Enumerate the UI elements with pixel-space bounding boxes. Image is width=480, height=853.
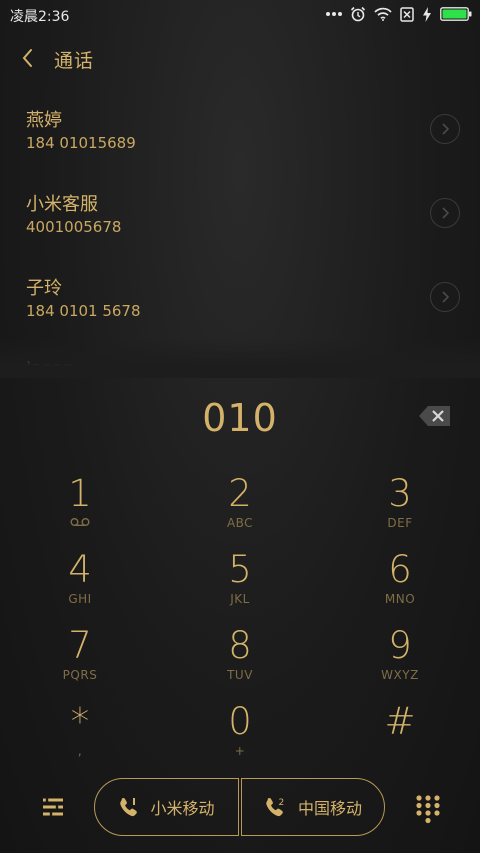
key-2[interactable]: 2 ABC bbox=[160, 468, 320, 544]
dial-input[interactable]: 010 bbox=[0, 396, 480, 440]
contact-list[interactable]: 燕婷 184 01015689 小米客服 4001005678 子玲 184 0… bbox=[0, 88, 480, 378]
backspace-button[interactable] bbox=[418, 404, 452, 428]
contact-number: 4001005678 bbox=[26, 218, 122, 236]
voicemail-icon bbox=[0, 516, 160, 530]
alarm-icon bbox=[350, 6, 366, 22]
page-title: 通话 bbox=[54, 50, 95, 72]
key-letters: , bbox=[77, 744, 83, 758]
key-letters: ABC bbox=[226, 516, 254, 530]
key-7[interactable]: 7 PQRS bbox=[0, 620, 160, 696]
key-digit: 4 bbox=[68, 548, 92, 591]
sim2-index: 2 bbox=[278, 798, 284, 808]
key-letters: PQRS bbox=[62, 668, 98, 682]
key-digit: 6 bbox=[388, 548, 412, 591]
charging-icon bbox=[423, 6, 431, 22]
key-digit: 2 bbox=[228, 472, 252, 515]
key-hash[interactable]: # bbox=[320, 696, 480, 772]
chevron-right-icon bbox=[442, 123, 450, 135]
key-star[interactable]: * , bbox=[0, 696, 160, 772]
key-digit: 8 bbox=[228, 624, 252, 667]
dialpad-icon bbox=[416, 795, 440, 824]
key-letters: TUV bbox=[227, 668, 253, 682]
key-digit: 1 bbox=[68, 472, 92, 515]
phone-sim2-icon: 2 bbox=[266, 798, 284, 817]
sim2-label: 中国移动 bbox=[297, 799, 362, 818]
keypad: 1 2 ABC 3 DEF 4 GHI 5 JKL 6 MNO 7 PQRS 8… bbox=[0, 468, 480, 768]
contact-row[interactable]: Jason bbox=[0, 340, 480, 378]
menu-button[interactable] bbox=[38, 792, 68, 822]
key-digit: 7 bbox=[68, 624, 92, 667]
contact-number: 184 0101 5678 bbox=[26, 302, 141, 320]
contact-name: 燕婷 bbox=[26, 110, 62, 131]
key-1[interactable]: 1 bbox=[0, 468, 160, 544]
menu-icon bbox=[43, 797, 63, 817]
key-letters: + bbox=[234, 744, 246, 758]
key-9[interactable]: 9 WXYZ bbox=[320, 620, 480, 696]
key-digit: 9 bbox=[388, 624, 412, 667]
call-sim2-button[interactable]: 2 中国移动 bbox=[241, 778, 385, 836]
contact-row[interactable]: 燕婷 184 01015689 bbox=[0, 88, 480, 172]
key-letters: DEF bbox=[387, 516, 413, 530]
key-digit: 0 bbox=[228, 700, 252, 743]
no-sim-icon bbox=[400, 6, 414, 22]
key-letters: JKL bbox=[230, 592, 250, 606]
key-letters: MNO bbox=[384, 592, 416, 606]
contact-row[interactable]: 小米客服 4001005678 bbox=[0, 172, 480, 256]
key-letters: GHI bbox=[68, 592, 92, 606]
key-digit: # bbox=[384, 700, 416, 743]
key-digit: 3 bbox=[388, 472, 412, 515]
status-bar: 凌晨2:36 bbox=[0, 0, 480, 28]
wifi-icon bbox=[374, 7, 392, 21]
bottom-bar: 小米移动 2 中国移动 bbox=[0, 778, 480, 840]
contact-detail-button[interactable] bbox=[430, 282, 460, 312]
key-digit: 5 bbox=[228, 548, 252, 591]
key-4[interactable]: 4 GHI bbox=[0, 544, 160, 620]
more-dots-icon bbox=[326, 12, 342, 16]
key-6[interactable]: 6 MNO bbox=[320, 544, 480, 620]
contact-number: 184 01015689 bbox=[26, 134, 136, 152]
contact-name: Jason bbox=[26, 358, 75, 378]
contact-detail-button[interactable] bbox=[430, 114, 460, 144]
contact-name: 小米客服 bbox=[26, 194, 98, 215]
sim1-label: 小米移动 bbox=[150, 799, 215, 818]
title-bar: 通话 bbox=[0, 36, 480, 82]
dialpad-toggle-button[interactable] bbox=[414, 794, 442, 824]
backspace-icon bbox=[419, 406, 450, 426]
contact-detail-button[interactable] bbox=[430, 198, 460, 228]
back-button[interactable] bbox=[16, 44, 44, 72]
chevron-right-icon bbox=[442, 291, 450, 303]
key-3[interactable]: 3 DEF bbox=[320, 468, 480, 544]
key-letters: WXYZ bbox=[381, 668, 419, 682]
phone-sim1-icon bbox=[120, 798, 138, 817]
status-time: 凌晨2:36 bbox=[10, 9, 70, 25]
status-icons bbox=[326, 4, 472, 24]
chevron-left-icon bbox=[22, 49, 32, 67]
key-0[interactable]: 0 + bbox=[160, 696, 320, 772]
key-5[interactable]: 5 JKL bbox=[160, 544, 320, 620]
key-8[interactable]: 8 TUV bbox=[160, 620, 320, 696]
call-sim1-button[interactable]: 小米移动 bbox=[94, 778, 239, 836]
battery-icon bbox=[440, 7, 472, 21]
chevron-right-icon bbox=[442, 207, 450, 219]
contact-row[interactable]: 子玲 184 0101 5678 bbox=[0, 256, 480, 340]
contact-name: 子玲 bbox=[26, 278, 62, 299]
key-digit: * bbox=[70, 700, 90, 743]
